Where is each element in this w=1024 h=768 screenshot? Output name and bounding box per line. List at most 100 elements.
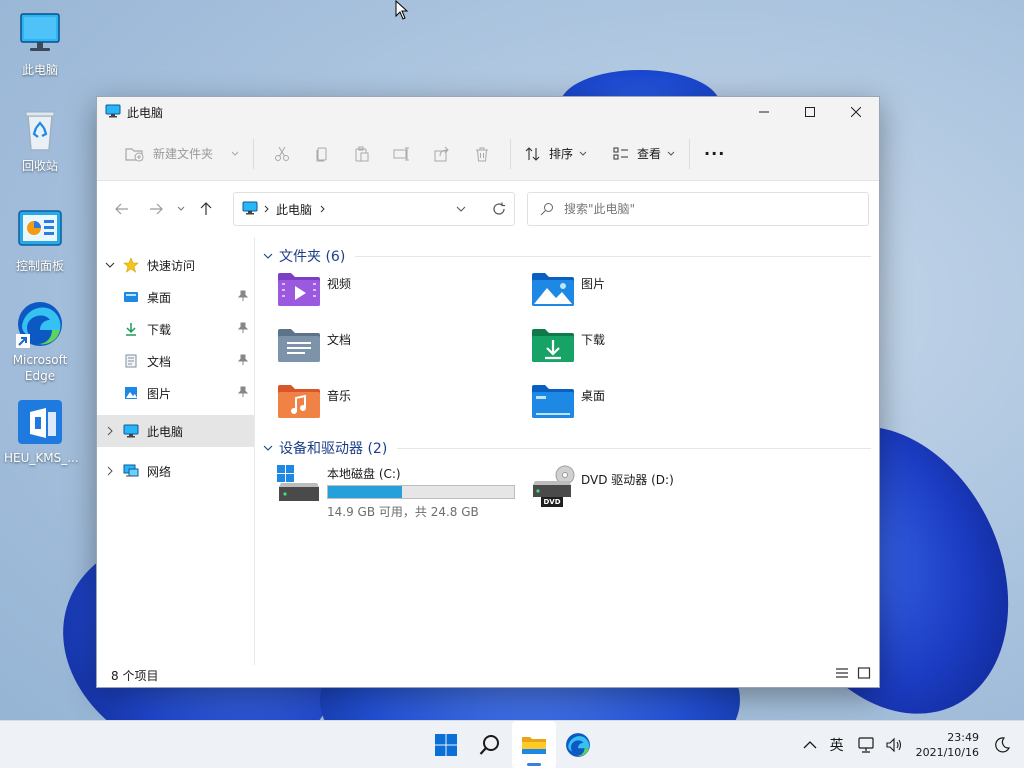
taskbar-edge[interactable] [556,721,600,768]
desktop-icon-edge[interactable]: Microsoft Edge [4,300,76,384]
share-button[interactable] [422,138,462,170]
folder-videos[interactable]: 视频 [277,267,531,323]
arrow-up-icon [200,202,212,215]
moon-icon [995,737,1010,753]
folder-documents[interactable]: 文档 [277,323,531,379]
close-icon [851,107,861,117]
folder-pictures[interactable]: 图片 [531,267,785,323]
drives-group-header[interactable]: 设备和驱动器 (2) [261,437,879,459]
network-status-button[interactable] [857,737,875,753]
large-icons-view-button[interactable] [857,667,871,682]
desktop-icon-control-panel[interactable]: 控制面板 [4,206,76,274]
minimize-button[interactable] [741,97,787,127]
nav-item-documents[interactable]: 文档 [97,345,254,377]
desktop-icon-recycle-bin[interactable]: 回收站 [4,106,76,174]
arrow-left-icon [115,203,128,215]
focus-assist-button[interactable] [994,737,1010,753]
speaker-icon [886,737,901,753]
group-title: 文件夹 (6) [279,249,346,265]
nav-item-downloads[interactable]: 下载 [97,313,254,345]
paste-button[interactable] [342,138,382,170]
forward-button[interactable] [141,194,171,224]
chevron-down-icon[interactable] [97,262,123,268]
copy-button[interactable] [302,138,342,170]
taskbar-clock[interactable]: 23:49 2021/10/16 [916,730,979,760]
chevron-right-icon[interactable] [97,426,123,436]
chevron-right-icon[interactable] [97,466,123,476]
show-hidden-icons-button[interactable] [803,741,817,749]
desktop-icon-label: Microsoft Edge [12,353,68,383]
breadcrumb-this-pc[interactable]: 此电脑 [276,201,312,218]
rename-button[interactable] [382,138,422,170]
delete-button[interactable] [462,138,502,170]
nav-item-pictures[interactable]: 图片 [97,377,254,409]
folder-downloads[interactable]: 下载 [531,323,785,379]
dvd-badge: DVD [543,498,561,506]
group-divider [355,255,871,257]
pin-icon[interactable] [237,386,249,401]
chevron-right-icon[interactable] [320,205,326,213]
pin-icon[interactable] [237,322,249,337]
edge-icon [16,300,64,348]
desktop-icon-this-pc[interactable]: 此电脑 [4,10,76,78]
address-box[interactable]: 此电脑 [233,192,515,226]
folder-name: 图片 [581,277,606,291]
view-label: 查看 [637,147,662,161]
minimize-icon [759,111,769,113]
network-icon [857,737,874,753]
more-options-label: ··· [704,144,726,163]
chevron-right-icon [264,205,269,213]
nav-network[interactable]: 网络 [97,455,254,487]
refresh-button[interactable] [484,194,514,224]
command-separator [253,138,255,169]
share-icon [434,146,449,161]
pin-icon[interactable] [237,354,249,369]
folders-group-header[interactable]: 文件夹 (6) [261,245,879,267]
taskbar-file-explorer[interactable] [512,721,556,768]
nav-item-desktop[interactable]: 桌面 [97,281,254,313]
view-button[interactable]: 查看 [607,138,681,170]
refresh-icon [493,202,505,215]
desktop-icon-heu-kms[interactable]: HEU_KMS_... [4,398,79,466]
folder-name: 音乐 [327,389,352,403]
new-folder-button[interactable]: 新建文件夹 [119,138,245,170]
pin-icon[interactable] [237,290,249,305]
close-button[interactable] [833,97,879,127]
videos-folder-icon [277,271,321,307]
up-button[interactable] [191,194,221,224]
pictures-folder-icon [531,271,575,307]
search-input[interactable] [564,202,844,216]
details-view-button[interactable] [835,667,849,682]
folder-name: 下载 [581,333,606,347]
start-button[interactable] [424,721,468,768]
desktop-folder-icon [123,289,139,305]
nav-quick-access[interactable]: 快速访问 [97,249,254,281]
title-bar[interactable]: 此电脑 [97,97,879,127]
drive-c[interactable]: 本地磁盘 (C:) 14.9 GB 可用，共 24.8 GB [277,459,531,519]
chevron-down-icon [231,151,239,156]
recent-locations-button[interactable] [171,194,191,224]
nav-this-pc[interactable]: 此电脑 [97,415,254,447]
taskbar-search-button[interactable] [468,721,512,768]
search-icon [540,203,553,216]
group-divider [397,447,871,449]
drive-d[interactable]: DVD DVD 驱动器 (D:) [531,459,785,515]
more-options-button[interactable]: ··· [698,138,731,170]
sort-label: 排序 [549,147,574,161]
folder-desktop[interactable]: 桌面 [531,379,785,435]
folder-music[interactable]: 音乐 [277,379,531,435]
desktop-icon-label: 此电脑 [21,63,58,77]
arrow-right-icon [150,203,163,215]
cut-button[interactable] [262,138,302,170]
address-history-button[interactable] [446,194,476,224]
downloads-folder-icon [531,327,575,363]
back-button[interactable] [107,194,137,224]
input-method-indicator[interactable]: 英 [830,735,844,755]
maximize-button[interactable] [787,97,833,127]
search-box[interactable] [527,192,869,226]
nav-label: 文档 [147,354,172,369]
nav-label: 快速访问 [147,258,196,273]
volume-button[interactable] [885,737,903,753]
sort-button[interactable]: 排序 [519,138,593,170]
new-folder-icon [125,147,144,161]
